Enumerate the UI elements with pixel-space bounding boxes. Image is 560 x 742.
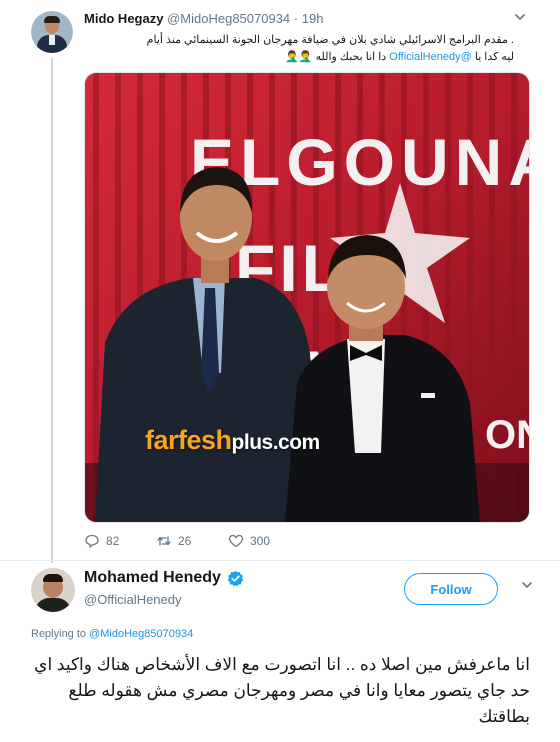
- tweet-text-line-1: . مقدم البرامج الاسرائيلي شادي بلان في ض…: [146, 34, 514, 46]
- reply-count: 82: [106, 534, 120, 548]
- display-name[interactable]: Mido Hegazy: [84, 11, 163, 26]
- follow-button[interactable]: Follow: [404, 573, 498, 605]
- replying-to-mention[interactable]: @MidoHeg85070934: [89, 628, 193, 640]
- heart-icon: [228, 534, 244, 548]
- watermark-brand: farfesh: [145, 425, 232, 455]
- thread-connector-line: [51, 58, 53, 563]
- replying-to-line: Replying to @MidoHeg85070934: [31, 628, 193, 640]
- retweet-icon: [157, 536, 171, 546]
- verified-badge-icon: [227, 570, 244, 586]
- avatar-mido-hegazy[interactable]: [31, 11, 73, 53]
- like-count: 300: [250, 534, 271, 548]
- reply-icon: [85, 534, 99, 548]
- user-handle[interactable]: @OfficialHenedy: [84, 592, 182, 607]
- tweet-text-line-2: ليه كدا يا @OfficialHenedy دا انا بحبك و…: [84, 49, 514, 66]
- retweet-count: 26: [178, 534, 192, 548]
- avatar-mohamed-henedy[interactable]: [31, 568, 75, 612]
- retweet-button[interactable]: 26: [156, 533, 191, 549]
- separator-dot: ·: [293, 11, 299, 26]
- chevron-down-icon[interactable]: [513, 10, 527, 24]
- watermark-domain: plus.com: [231, 431, 321, 454]
- tweet-mido-hegazy[interactable]: Mido Hegazy @MidoHeg85070934 · 19h . مقد…: [0, 0, 560, 563]
- like-button[interactable]: 300: [228, 533, 270, 549]
- display-name-row: Mohamed Henedy: [84, 569, 244, 587]
- text-fragment: ليه كدا يا: [471, 51, 514, 63]
- reply-button[interactable]: 82: [84, 533, 119, 549]
- text-fragment: دا انا بحبك والله 🤦‍♂️🤦‍♂️: [285, 51, 390, 63]
- photo-watermark: farfeshplus.com: [145, 425, 320, 456]
- tweet-text: انا ماعرفش مين اصلا ده .. انا اتصورت مع …: [34, 655, 530, 726]
- timestamp[interactable]: 19h: [302, 11, 324, 26]
- user-handle[interactable]: @MidoHeg85070934: [167, 11, 290, 26]
- tweet-text: . مقدم البرامج الاسرائيلي شادي بلان في ض…: [84, 32, 514, 66]
- tweet-divider: [0, 560, 560, 561]
- replying-to-label: Replying to: [31, 628, 90, 640]
- svg-text:ON: ON: [485, 413, 529, 457]
- chevron-down-icon[interactable]: [520, 578, 534, 592]
- mention-link[interactable]: @OfficialHenedy: [389, 51, 472, 63]
- display-name[interactable]: Mohamed Henedy: [84, 569, 221, 587]
- tweet-header: Mido Hegazy @MidoHeg85070934 · 19h: [84, 11, 323, 26]
- tweet-photo[interactable]: ELGOUNA FILM IVAL ON: [84, 72, 530, 523]
